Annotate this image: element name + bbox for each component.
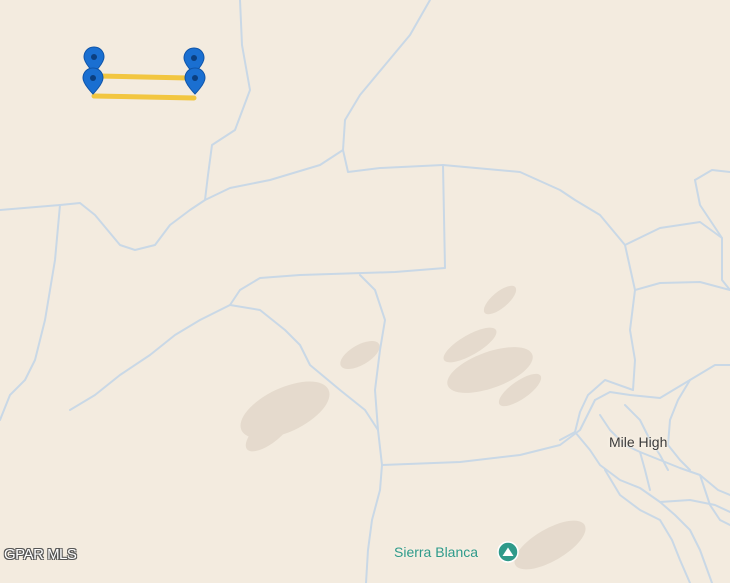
map-canvas[interactable]: Mile High Sierra Blanca GPAR MLS bbox=[0, 0, 730, 583]
marker-bottom-right[interactable] bbox=[184, 67, 206, 95]
map-pin-icon bbox=[184, 67, 206, 95]
mountain-peak-icon[interactable] bbox=[497, 541, 519, 563]
place-label-mile-high[interactable]: Mile High bbox=[609, 434, 667, 450]
terrain-shading bbox=[240, 285, 586, 570]
parcel-line-bottom bbox=[91, 93, 197, 101]
map-pin-icon bbox=[82, 67, 104, 95]
parcel-line-top bbox=[96, 73, 191, 81]
map-base-layer bbox=[0, 0, 730, 583]
parcel-boundary bbox=[91, 73, 197, 101]
poi-label-sierra-blanca[interactable]: Sierra Blanca bbox=[394, 544, 478, 560]
marker-bottom-left[interactable] bbox=[82, 67, 104, 95]
road-network bbox=[0, 0, 730, 583]
mls-watermark: GPAR MLS bbox=[4, 546, 77, 563]
